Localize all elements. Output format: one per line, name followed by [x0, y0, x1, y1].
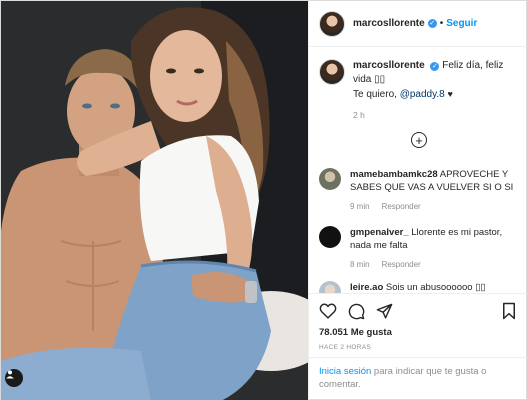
save-button[interactable] [501, 302, 519, 320]
comment-body: gmpenalver_ Llorente es mi pastor, nada … [350, 226, 524, 271]
comment-time: 9 min [350, 202, 370, 211]
author-avatar[interactable] [319, 10, 345, 37]
plus-circle-icon: + [415, 132, 423, 148]
comment-username[interactable]: mamebambamkc28 [350, 169, 438, 180]
likes-count[interactable]: 78.051 Me gusta [319, 327, 392, 338]
caption-text-prefix: Te quiero, [353, 89, 400, 100]
login-link[interactable]: Inicia sesión [319, 366, 371, 377]
caption-body: marcosllorente ✓ Feliz día, feliz vida ▯… [353, 59, 524, 122]
comment-icon [348, 303, 364, 319]
instagram-post: marcosllorente ✓ • Seguir marcosllorente… [0, 0, 527, 400]
reply-button[interactable]: Responder [382, 202, 421, 211]
comment-button[interactable] [347, 302, 365, 320]
comment-avatar[interactable] [319, 226, 341, 248]
heart-icon [319, 303, 337, 319]
share-button[interactable] [375, 302, 393, 320]
post-sidebar: marcosllorente ✓ • Seguir marcosllorente… [308, 1, 527, 400]
comment-item: gmpenalver_ Llorente es mi pastor, nada … [319, 226, 524, 271]
comment-item: leire.ao Sois un abusoooooo ▯▯ [319, 281, 524, 293]
verified-badge-icon: ✓ [427, 19, 437, 28]
user-tag-icon[interactable] [5, 369, 23, 387]
post-photo[interactable] [1, 1, 308, 400]
follow-button[interactable]: Seguir [446, 18, 477, 29]
comment-avatar[interactable] [319, 168, 341, 190]
header-separator: • [439, 18, 444, 29]
like-button[interactable] [319, 302, 337, 320]
caption-avatar[interactable] [319, 59, 345, 85]
photo-illustration [1, 1, 308, 400]
load-more-comments-button[interactable]: + [411, 132, 427, 148]
comment-username[interactable]: leire.ao [350, 282, 383, 293]
author-username[interactable]: marcosllorente [353, 18, 425, 29]
comment-item: mamebambamkc28 APROVECHE Y SABES QUE VAS… [319, 168, 524, 213]
caption-username[interactable]: marcosllorente [353, 60, 425, 71]
comment-avatar[interactable] [319, 281, 341, 293]
action-icons [319, 302, 393, 320]
comment-time: 8 min [350, 260, 370, 269]
comment-text: Sois un abusoooooo ▯▯ [385, 282, 486, 293]
share-icon [376, 303, 392, 319]
caption-heart: ♥ [447, 89, 453, 99]
caption-mention-link[interactable]: @paddy.8 [400, 89, 445, 100]
post-timestamp: HACE 2 HORAS [319, 344, 372, 351]
post-caption: marcosllorente ✓ Feliz día, feliz vida ▯… [319, 59, 524, 122]
comments-list[interactable]: mamebambamkc28 APROVECHE Y SABES QUE VAS… [309, 151, 527, 293]
login-prompt: Inicia sesión para indicar que te gusta … [309, 357, 527, 400]
comment-username[interactable]: gmpenalver_ [350, 227, 409, 238]
comment-body: leire.ao Sois un abusoooooo ▯▯ [350, 281, 486, 293]
caption-time: 2 h [353, 110, 365, 120]
post-header: marcosllorente ✓ • Seguir [309, 1, 527, 47]
verified-badge-icon: ✓ [430, 62, 440, 71]
reply-button[interactable]: Responder [382, 260, 421, 269]
comment-body: mamebambamkc28 APROVECHE Y SABES QUE VAS… [350, 168, 524, 213]
bookmark-icon [503, 302, 515, 320]
